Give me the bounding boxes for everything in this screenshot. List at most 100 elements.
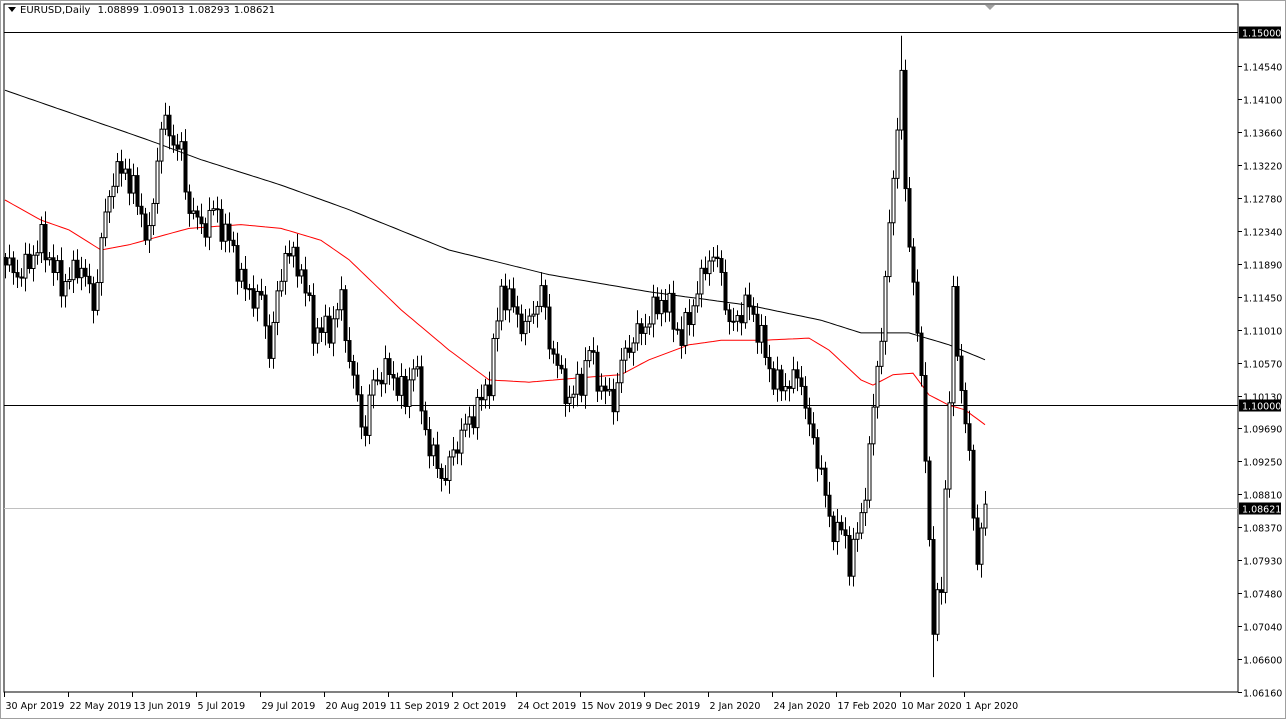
- bearish-candle: [603, 385, 608, 392]
- bullish-candle: [79, 267, 84, 279]
- bearish-candle: [347, 340, 352, 362]
- bullish-candle: [159, 128, 164, 162]
- bullish-candle: [583, 360, 588, 396]
- bullish-candle: [475, 396, 480, 429]
- ohlc-low: 1.08293: [188, 5, 230, 16]
- bullish-candle: [879, 340, 884, 367]
- bullish-candle: [339, 289, 344, 311]
- y-tick-label: 1.07480: [1243, 590, 1282, 601]
- bearish-candle: [231, 239, 236, 247]
- bearish-candle: [351, 360, 356, 376]
- bullish-candle: [279, 280, 284, 292]
- bearish-candle: [175, 144, 180, 150]
- bullish-candle: [631, 342, 636, 353]
- bearish-candle: [967, 423, 972, 451]
- bearish-candle: [195, 210, 200, 218]
- bearish-candle: [379, 379, 384, 385]
- bullish-candle: [383, 358, 388, 385]
- bearish-candle: [739, 315, 744, 324]
- bearish-candle: [15, 272, 20, 278]
- bearish-candle: [675, 328, 680, 331]
- x-tick-label: 20 Aug 2019: [326, 701, 387, 712]
- bearish-candle: [215, 208, 220, 211]
- y-tick-label: 1.12780: [1243, 195, 1282, 206]
- bullish-candle: [607, 388, 612, 392]
- bearish-candle: [343, 289, 348, 342]
- bullish-candle: [791, 369, 796, 389]
- bearish-candle: [171, 135, 176, 146]
- bullish-candle: [683, 312, 688, 346]
- bullish-candle: [71, 259, 76, 281]
- bearish-candle: [119, 161, 124, 174]
- bearish-candle: [975, 517, 980, 565]
- bearish-candle: [771, 368, 776, 390]
- bearish-candle: [971, 449, 976, 519]
- bearish-candle: [903, 69, 908, 190]
- bullish-candle: [535, 305, 540, 315]
- y-tick-label: 1.09250: [1243, 458, 1282, 469]
- bearish-candle: [27, 253, 32, 270]
- bullish-candle: [331, 318, 336, 344]
- dropdown-triangle-icon[interactable]: [8, 7, 16, 12]
- y-tick-label: 1.07930: [1243, 557, 1282, 568]
- candlestick-chart[interactable]: 1.14540 1.14100 1.13660 1.13220 1.12780 1.123…: [0, 0, 1286, 719]
- bearish-candle: [227, 223, 232, 241]
- bullish-candle: [335, 309, 340, 320]
- bullish-candle: [371, 379, 376, 396]
- bullish-candle: [483, 384, 488, 401]
- bearish-candle: [327, 315, 332, 344]
- bullish-candle: [255, 290, 260, 309]
- bearish-candle: [827, 494, 832, 517]
- y-tick-label: 1.13660: [1243, 129, 1282, 140]
- price-label: 1.15000: [1242, 29, 1281, 40]
- y-tick-label: 1.11890: [1243, 261, 1282, 272]
- x-tick-label: 1 Apr 2020: [966, 701, 1019, 712]
- bullish-candle: [103, 211, 108, 239]
- bullish-candle: [239, 268, 244, 282]
- bullish-candle: [191, 210, 196, 214]
- bullish-candle: [467, 416, 472, 425]
- x-tick-label: 11 Sep 2019: [390, 701, 450, 712]
- bullish-candle: [731, 320, 736, 323]
- price-label: 1.08621: [1242, 505, 1281, 516]
- bullish-candle: [323, 315, 328, 333]
- x-tick-label: 10 Mar 2020: [902, 701, 962, 712]
- bullish-candle: [407, 379, 412, 407]
- bullish-candle: [899, 69, 904, 131]
- bearish-candle: [419, 366, 424, 412]
- bearish-candle: [235, 245, 240, 282]
- bearish-candle: [555, 353, 560, 366]
- bullish-candle: [67, 279, 72, 283]
- bullish-candle: [743, 294, 748, 324]
- bullish-candle: [635, 323, 640, 344]
- bullish-candle: [659, 299, 664, 315]
- bullish-candle: [587, 350, 592, 362]
- bearish-candle: [911, 246, 916, 283]
- bullish-candle: [211, 208, 216, 211]
- bearish-candle: [923, 374, 928, 462]
- bearish-candle: [395, 377, 400, 396]
- bullish-candle: [943, 488, 948, 593]
- bullish-candle: [63, 281, 68, 297]
- bearish-candle: [3, 256, 8, 266]
- bullish-candle: [699, 267, 704, 295]
- y-tick-label: 1.11010: [1243, 327, 1282, 338]
- bullish-candle: [575, 373, 580, 395]
- bullish-candle: [463, 423, 468, 431]
- bearish-candle: [723, 271, 728, 311]
- bullish-candle: [163, 114, 168, 130]
- bullish-candle: [431, 444, 436, 457]
- x-tick-label: 9 Dec 2019: [646, 701, 701, 712]
- bullish-candle: [643, 326, 648, 334]
- bearish-candle: [779, 369, 784, 392]
- bearish-candle: [559, 364, 564, 370]
- y-tick-label: 1.08810: [1243, 491, 1282, 502]
- bearish-candle: [83, 267, 88, 277]
- bullish-candle: [415, 366, 420, 370]
- bearish-candle: [907, 188, 912, 248]
- bearish-candle: [747, 294, 752, 308]
- bullish-candle: [523, 320, 528, 335]
- bearish-candle: [75, 259, 80, 279]
- bearish-candle: [471, 416, 476, 429]
- bearish-candle: [955, 286, 960, 357]
